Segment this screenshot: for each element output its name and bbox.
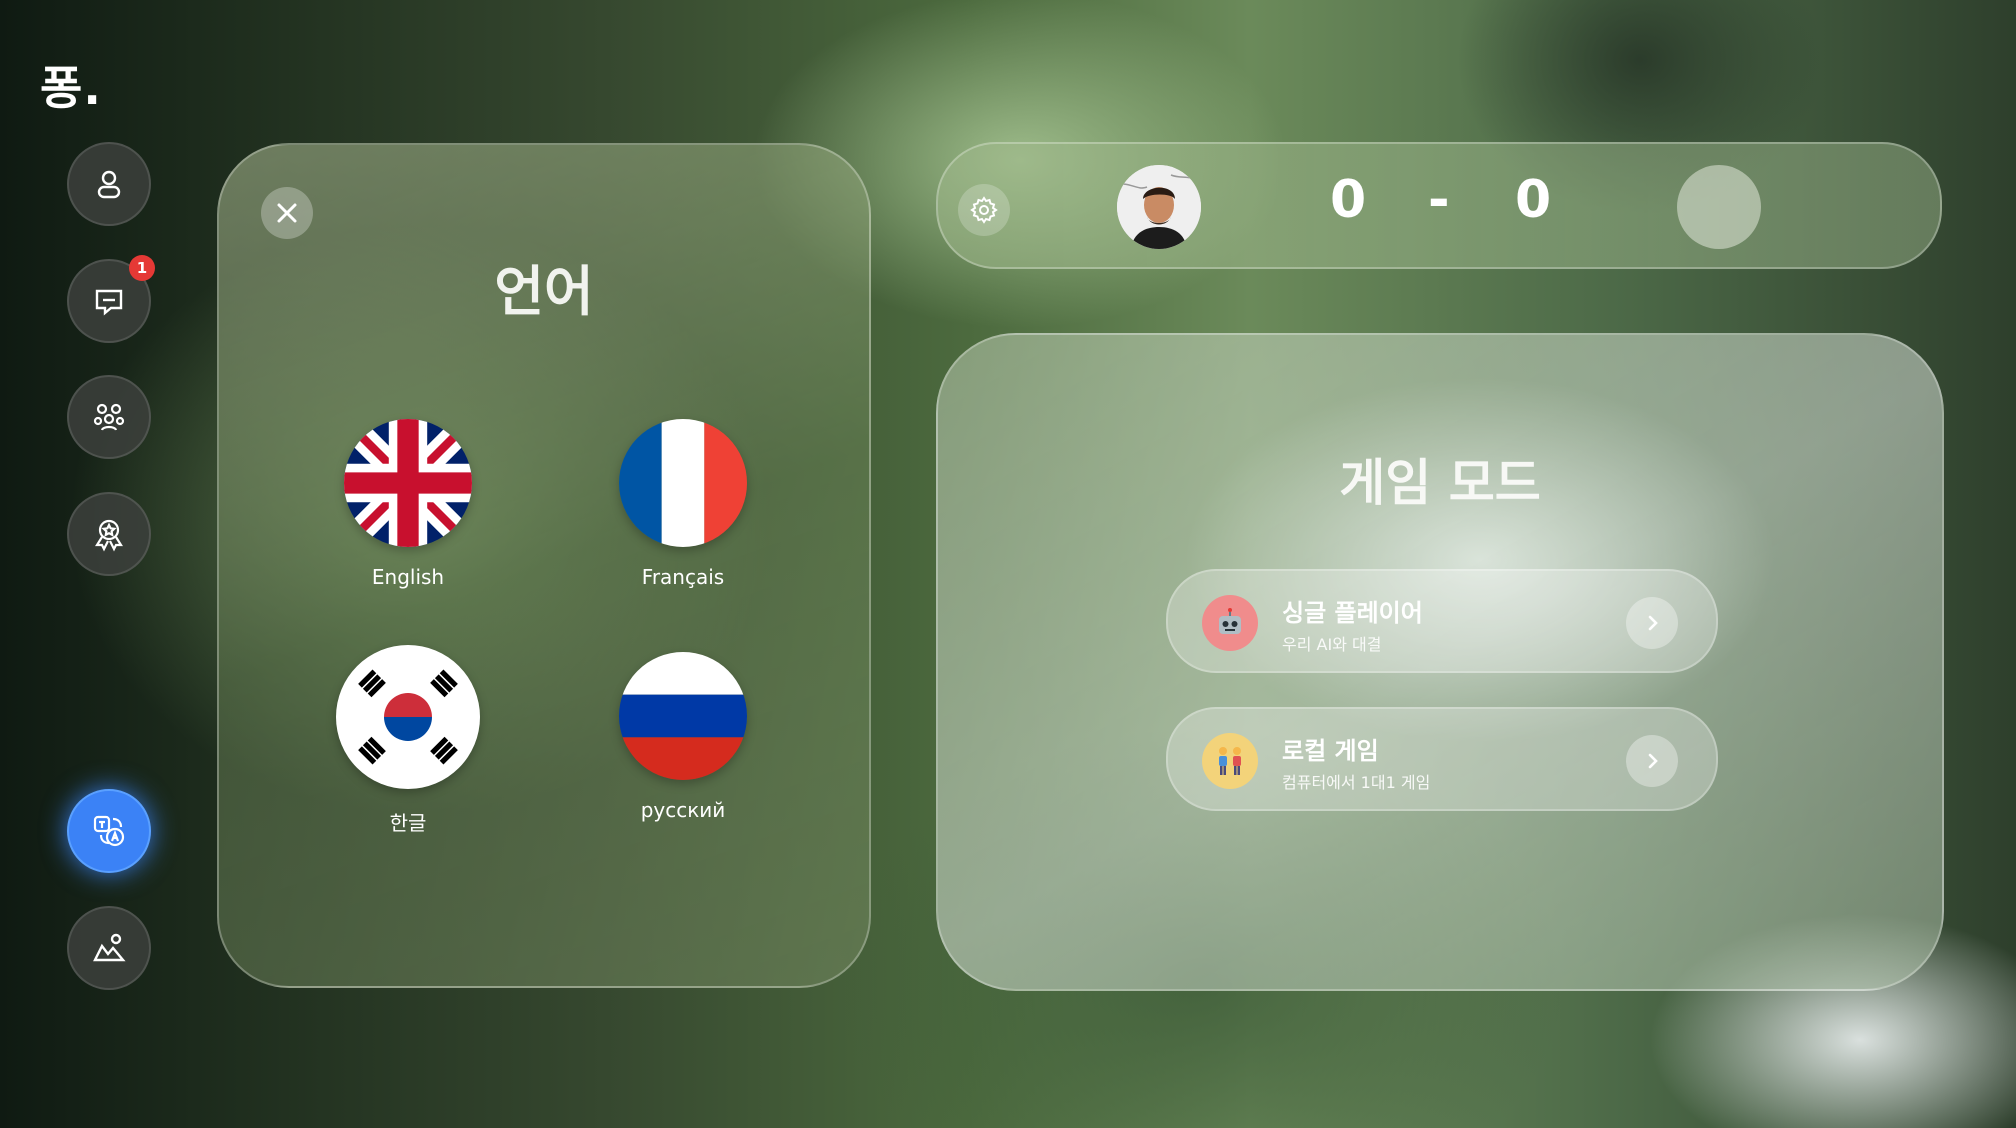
mode-description: 컴퓨터에서 1대1 게임 [1282,773,1431,792]
award-icon [95,519,123,552]
sidebar-chat-button[interactable]: 1 [67,255,155,343]
uk-flag-icon [344,419,472,547]
score-player-two: 0 [1515,170,1552,230]
friends-icon [93,403,125,431]
language-panel-title: 언어 [494,260,594,323]
player-one-avatar [1117,165,1201,249]
language-label: Français [641,565,725,589]
scoreboard: 0 - 0 [936,142,1942,269]
game-mode-panel: 게임 모드 싱글 플레이어 우리 AI와 대결 로컬 게임 컴퓨터에서 1대1 … [936,333,1944,991]
gear-icon [970,196,998,224]
close-icon [277,203,297,223]
two-players-icon [1202,733,1258,789]
single-player-card[interactable]: 싱글 플레이어 우리 AI와 대결 [1166,569,1718,673]
language-option-korean[interactable]: 한글 [298,645,518,836]
russia-flag-icon [619,652,747,780]
mode-description: 우리 AI와 대결 [1282,635,1382,654]
language-option-english[interactable]: English [298,419,518,589]
chat-icon [95,289,123,316]
sidebar-friends-button[interactable] [67,375,151,459]
settings-button[interactable] [958,184,1010,236]
language-option-french[interactable]: Français [573,419,793,589]
score-player-one: 0 [1330,170,1367,230]
mode-name: 로컬 게임 [1282,737,1379,765]
player-two-avatar [1677,165,1761,249]
close-button[interactable] [261,187,313,239]
sidebar-language-button[interactable] [67,789,151,873]
sidebar-achievements-button[interactable] [67,492,151,576]
score-separator: - [1428,170,1450,230]
sidebar-background-button[interactable] [67,906,151,990]
local-game-card[interactable]: 로컬 게임 컴퓨터에서 1대1 게임 [1166,707,1718,811]
korea-flag-icon [336,645,480,789]
game-mode-title: 게임 모드 [1339,454,1541,512]
language-panel: 언어 English Français 한글 русский [217,143,871,988]
language-label: русский [640,798,726,822]
chat-unread-badge: 1 [129,255,155,281]
language-label: English [371,565,445,589]
landscape-icon [93,933,126,962]
chevron-right-icon[interactable] [1626,597,1678,649]
user-icon [97,170,121,199]
sidebar-profile-button[interactable] [67,142,151,226]
app-logo: 퐁. [40,61,102,115]
translate-icon [93,815,125,847]
france-flag-icon [619,419,747,547]
chevron-right-icon[interactable] [1626,735,1678,787]
robot-icon [1202,595,1258,651]
language-label: 한글 [389,811,427,835]
language-option-russian[interactable]: русский [573,652,793,822]
mode-name: 싱글 플레이어 [1282,599,1423,627]
